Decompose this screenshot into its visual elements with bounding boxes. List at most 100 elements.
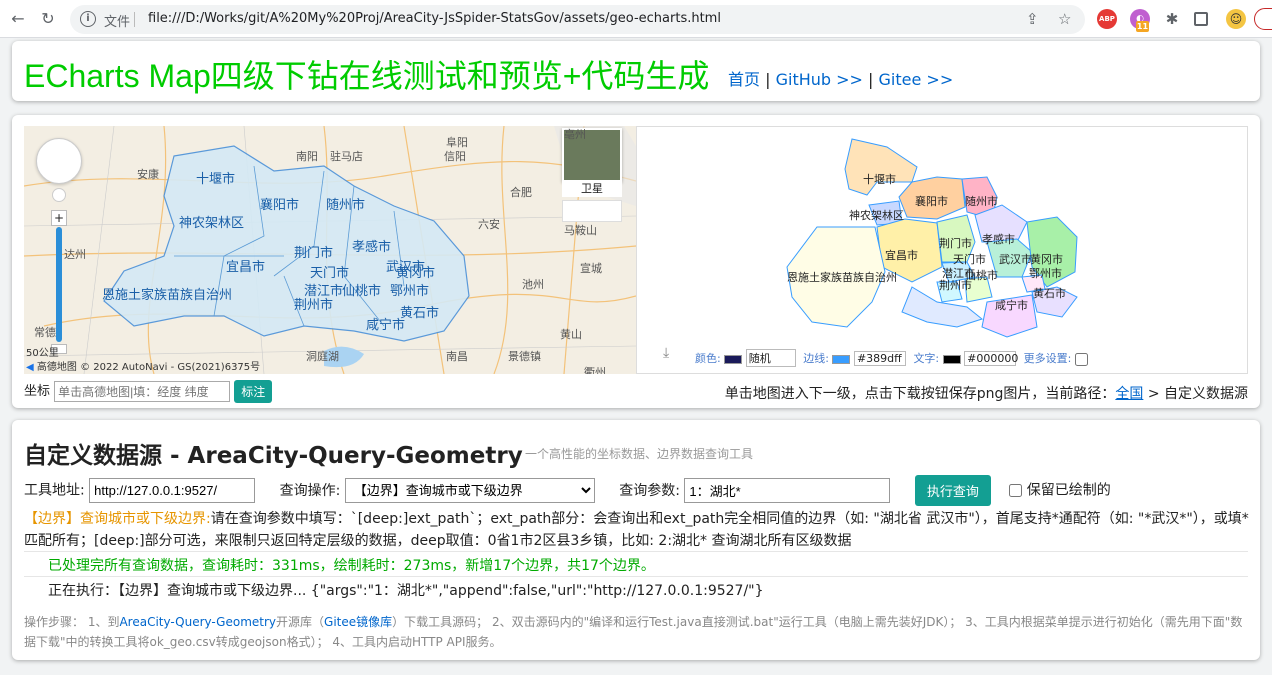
param-label: 查询参数: <box>619 482 680 499</box>
execute-query-button[interactable]: 执行查询 <box>914 475 991 506</box>
adblock-icon[interactable]: ABP <box>1097 9 1117 29</box>
border-value[interactable]: #389dff <box>853 351 906 366</box>
back-icon[interactable]: ← <box>8 9 28 29</box>
query-form: 工具地址: 查询操作: 【边界】查询城市或下级边界 查询参数: 执行查询 保留已… <box>24 475 1254 506</box>
side-panel-icon[interactable] <box>1194 12 1208 26</box>
path-current: 自定义数据源 <box>1164 386 1248 402</box>
path-root-link[interactable]: 全国 <box>1115 386 1143 402</box>
profile-avatar-icon[interactable]: ☺ <box>1226 9 1246 29</box>
op-select[interactable]: 【边界】查询城市或下级边界 <box>344 478 595 503</box>
steps-text: 开源库（ <box>276 615 325 629</box>
param-input[interactable] <box>684 478 891 503</box>
operation-steps: 操作步骤： 1、到AreaCity-Query-Geometry开源库（Gite… <box>24 612 1250 652</box>
path-row: 单击地图进入下一级，点击下载按钮保存png图片，当前路径：全国 > 自定义数据源 <box>725 383 1248 403</box>
download-icon[interactable]: ⤓ <box>663 345 669 361</box>
amap-place-label: 景德镇 <box>508 350 541 363</box>
echart-city-label: 十堰市 <box>863 173 896 186</box>
compass-control[interactable] <box>36 138 82 184</box>
amap-city-label: 孝感市 <box>352 240 392 255</box>
map-center-button[interactable] <box>52 188 66 202</box>
amap-place-label: 安康 <box>137 168 159 181</box>
info-icon[interactable]: i <box>80 11 96 27</box>
coord-row: 坐标 标注 <box>24 380 273 403</box>
scale-label: 50公里 <box>26 348 59 359</box>
divider <box>24 576 1248 577</box>
amap-view[interactable]: + 卫星 南阳 驻马店 信阳 安康 六安 合肥 达州 马鞍山 宣城 池州 黄山 南昌 景德镇 衢州 洞庭湖 阜… <box>24 126 636 374</box>
bookmark-star-icon[interactable]: ☆ <box>1058 10 1071 28</box>
url-text[interactable]: file:///D:/Works/git/A%20My%20Proj/AreaC… <box>148 11 721 26</box>
amap-city-label: 恩施土家族苗族自治州 <box>102 288 233 303</box>
text-value[interactable]: #000000 <box>964 351 1018 366</box>
amap-place-label: 黄山 <box>560 328 582 341</box>
desc-lead: 【边界】查询城市或下级边界: <box>24 511 211 527</box>
mark-button[interactable]: 标注 <box>234 380 273 403</box>
address-bar[interactable]: i 文件 file:///D:/Works/git/A%20My%20Proj/… <box>70 5 1085 34</box>
amap-place-label: 信阳 <box>444 150 466 163</box>
repo-link[interactable]: AreaCity-Query-Geometry <box>119 615 276 629</box>
header-card: ECharts Map四级下钻在线测试和预览+代码生成 首页 | GitHub … <box>12 41 1260 101</box>
satellite-label[interactable]: 卫星 <box>562 181 622 197</box>
query-card: 自定义数据源 - AreaCity-Query-Geometry 一个高性能的坐… <box>12 420 1260 660</box>
query-running: 正在执行：【边界】查询城市或下级边界... {"args":"1：湖北*","a… <box>48 583 764 599</box>
amap-city-label: 天门市 <box>310 266 350 281</box>
update-button[interactable] <box>1254 8 1272 30</box>
github-link[interactable]: GitHub >> <box>776 70 863 89</box>
border-swatch[interactable] <box>832 354 851 364</box>
amap-place-label: 驻马店 <box>330 150 363 163</box>
home-link[interactable]: 首页 <box>728 70 760 89</box>
more-settings-checkbox[interactable] <box>1074 352 1088 366</box>
share-icon[interactable]: ⇪ <box>1026 10 1039 28</box>
amap-place-label: 阜阳 <box>446 136 468 149</box>
link-separator: | <box>868 70 874 89</box>
amap-city-label: 神农架林区 <box>179 216 245 231</box>
amap-place-label: 达州 <box>64 248 86 261</box>
zoom-slider[interactable] <box>56 227 62 342</box>
keep-drawn-checkbox[interactable] <box>1009 478 1023 503</box>
browser-toolbar: ← ↻ i 文件 file:///D:/Works/git/A%20My%20P… <box>0 0 1272 38</box>
amap-logo-icon: ◀ <box>26 362 34 373</box>
steps-text: 操作步骤： 1、到 <box>24 615 120 629</box>
coord-input[interactable] <box>54 381 231 402</box>
color-label: 颜色: <box>695 352 721 365</box>
text-swatch[interactable] <box>942 354 961 364</box>
amap-place-label: 洞庭湖 <box>306 350 339 363</box>
echart-city-label: 随州市 <box>965 195 998 208</box>
tool-label: 工具地址: <box>24 482 85 499</box>
echart-city-label: 武汉市 <box>999 253 1032 266</box>
keep-drawn-label: 保留已绘制的 <box>1026 482 1111 499</box>
amap-copyright: ◀ 高德地图 © 2022 AutoNavi - GS(2021)6375号 <box>26 358 260 373</box>
gitee-link[interactable]: Gitee >> <box>879 70 954 89</box>
copyright-text: 高德地图 © 2022 AutoNavi - GS(2021)6375号 <box>36 362 261 373</box>
amap-city-label: 襄阳市 <box>260 198 300 213</box>
text-label: 文字: <box>913 352 940 365</box>
echart-city-label: 荆州市 <box>939 279 972 292</box>
puzzle-icon[interactable]: ✱ <box>1162 9 1182 29</box>
path-hint: 单击地图进入下一级，点击下载按钮保存png图片，当前路径： <box>724 386 1116 402</box>
path-arrow: > <box>1147 386 1160 402</box>
reload-icon[interactable]: ↻ <box>38 9 58 29</box>
amap-place-label: 合肥 <box>510 186 532 199</box>
divider <box>134 12 135 27</box>
amap-place-label: 南阳 <box>296 150 318 163</box>
amap-city-label: 咸宁市 <box>366 318 406 333</box>
echart-city-label: 神农架林区 <box>849 209 904 222</box>
zoom-in-button[interactable]: + <box>51 210 67 226</box>
echart-city-label: 荆门市 <box>939 237 972 250</box>
echarts-map-svg <box>786 138 1078 338</box>
gitee-mirror-link[interactable]: Gitee镜像库 <box>324 615 392 629</box>
layer-toggle[interactable] <box>562 200 622 222</box>
query-description: 【边界】查询城市或下级边界:请在查询参数中填写：`[deep:]ext_path… <box>24 508 1250 552</box>
echart-city-label: 宜昌市 <box>885 249 918 262</box>
border-label: 边线: <box>803 352 829 365</box>
echarts-view[interactable]: 十堰市 襄阳市 随州市 神农架林区 宜昌市 荆门市 孝感市 恩施土家族苗族自治州 天门市 武汉市黄… <box>636 126 1248 374</box>
color-value[interactable]: 随机 <box>745 349 796 367</box>
header-links: 首页 | GitHub >> | Gitee >> <box>728 66 953 90</box>
tool-url-input[interactable] <box>89 478 256 503</box>
echart-city-label: 孝感市 <box>982 233 1015 246</box>
page-body: ECharts Map四级下钻在线测试和预览+代码生成 首页 | GitHub … <box>0 39 1272 675</box>
more-settings-label: 更多设置: <box>1023 352 1072 365</box>
amap-place-label: 衢州 <box>584 366 606 374</box>
echart-city-label: 襄阳市 <box>915 195 948 208</box>
color-swatch[interactable] <box>724 354 743 364</box>
amap-city-label: 黄冈市 <box>396 266 436 281</box>
